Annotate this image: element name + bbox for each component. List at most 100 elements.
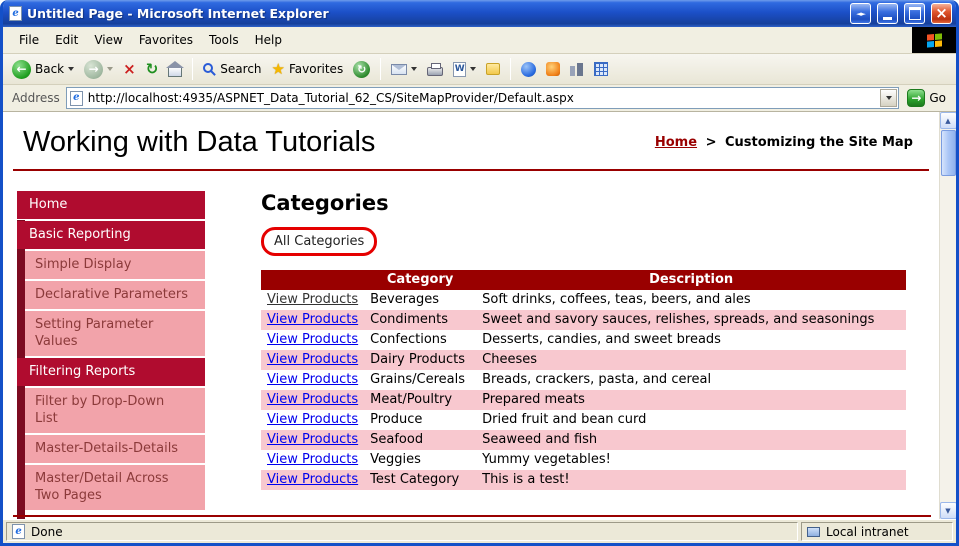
status-message-pane: e Done <box>6 522 798 541</box>
table-row: View Products Test Category This is a te… <box>261 470 907 490</box>
breadcrumb-current: Customizing the Site Map <box>725 135 913 150</box>
menu-tools[interactable]: Tools <box>201 28 247 52</box>
home-button[interactable] <box>164 60 186 79</box>
address-input[interactable]: e http://localhost:4935/ASPNET_Data_Tuto… <box>65 87 900 109</box>
scroll-down-button[interactable]: ▼ <box>939 502 956 519</box>
edit-dropdown-arrow[interactable] <box>470 67 477 71</box>
history-button[interactable]: ↻ <box>349 59 374 80</box>
addon-button-4[interactable] <box>590 60 612 78</box>
view-products-link[interactable]: View Products <box>267 312 358 327</box>
description-cell: Prepared meats <box>482 392 585 407</box>
description-cell: Yummy vegetables! <box>482 452 611 467</box>
close-button[interactable]: × <box>931 3 952 24</box>
view-products-link[interactable]: View Products <box>267 472 358 487</box>
address-url[interactable]: http://localhost:4935/ASPNET_Data_Tutori… <box>88 91 876 105</box>
addon-button-2[interactable] <box>542 60 564 78</box>
sidebar-item-declarative-parameters[interactable]: Declarative Parameters <box>25 281 205 309</box>
view-products-link[interactable]: View Products <box>267 432 358 447</box>
search-button[interactable]: Search <box>199 60 265 78</box>
table-row: View Products Meat/Poultry Prepared meat… <box>261 390 907 410</box>
local-intranet-icon <box>807 526 820 537</box>
sidebar-item-master-detail-across-two-pages[interactable]: Master/Detail Across Two Pages <box>25 465 205 510</box>
stop-button[interactable]: × <box>119 60 140 79</box>
page-title: Working with Data Tutorials <box>23 126 376 158</box>
table-header-category: Category <box>364 270 477 290</box>
view-products-link[interactable]: View Products <box>267 352 358 367</box>
address-dropdown-button[interactable] <box>880 89 898 107</box>
addon-button-3[interactable] <box>566 61 588 78</box>
view-products-link[interactable]: View Products <box>267 332 358 347</box>
go-icon: → <box>907 89 926 107</box>
table-header-description: Description <box>476 270 907 290</box>
discuss-button[interactable] <box>482 61 504 77</box>
view-products-link[interactable]: View Products <box>267 452 358 467</box>
status-bar: e Done Local intranet <box>3 519 956 543</box>
back-button[interactable]: ← Back <box>8 58 78 81</box>
table-row: View Products Veggies Yummy vegetables! <box>261 450 906 470</box>
window-arrows-button[interactable]: ◄► <box>850 3 871 24</box>
address-bar: Address e http://localhost:4935/ASPNET_D… <box>3 85 956 112</box>
view-products-link[interactable]: View Products <box>267 392 358 407</box>
sidebar-item-master-details-details[interactable]: Master-Details-Details <box>25 435 205 463</box>
category-cell: Condiments <box>370 312 449 327</box>
description-cell: Sweet and savory sauces, relishes, sprea… <box>482 312 875 327</box>
sidebar-item-setting-parameter-values[interactable]: Setting Parameter Values <box>25 311 205 356</box>
grid-icon <box>594 62 609 76</box>
discuss-icon <box>486 63 501 75</box>
maximize-button[interactable] <box>904 3 925 24</box>
back-label: Back <box>35 62 65 76</box>
address-label: Address <box>12 91 60 105</box>
scroll-up-button[interactable]: ▲ <box>939 112 956 129</box>
menu-help[interactable]: Help <box>247 28 290 52</box>
mail-icon <box>391 63 408 75</box>
page-header: Working with Data Tutorials Home > Custo… <box>3 112 939 169</box>
print-button[interactable] <box>423 60 447 78</box>
sidebar-item-basic-reporting[interactable]: Basic Reporting <box>17 221 205 249</box>
description-cell: Desserts, candies, and sweet breads <box>482 332 721 347</box>
table-header-empty <box>261 270 365 290</box>
favorites-button[interactable]: ★ Favorites <box>268 60 348 79</box>
view-products-link[interactable]: View Products <box>267 292 358 307</box>
view-products-link[interactable]: View Products <box>267 372 358 387</box>
vertical-scrollbar[interactable]: ▲ ▼ <box>939 112 956 519</box>
forward-dropdown-arrow[interactable] <box>107 67 114 71</box>
menu-edit[interactable]: Edit <box>47 28 86 52</box>
ie-app-icon: e <box>9 6 22 21</box>
view-products-link[interactable]: View Products <box>267 412 358 427</box>
mail-button[interactable] <box>387 62 421 77</box>
main-content: Categories All Categories Category Descr… <box>205 191 939 490</box>
back-icon: ← <box>12 59 31 79</box>
forward-button[interactable]: → <box>80 58 117 81</box>
minimize-button[interactable] <box>877 3 898 24</box>
window-title: Untitled Page - Microsoft Internet Explo… <box>27 6 329 21</box>
menu-file[interactable]: File <box>11 28 47 52</box>
toolbar: ← Back → × ↻ Search ★ Favorites ↻ W <box>3 54 956 85</box>
refresh-button[interactable]: ↻ <box>142 60 163 79</box>
document-icon: e <box>12 524 25 539</box>
edit-button[interactable]: W <box>449 60 480 79</box>
menu-favorites[interactable]: Favorites <box>131 28 201 52</box>
table-row: View Products Beverages Soft drinks, cof… <box>261 290 906 310</box>
table-row: View Products Condiments Sweet and savor… <box>261 310 907 330</box>
sidebar-item-filtering-reports[interactable]: Filtering Reports <box>17 358 205 386</box>
back-dropdown-arrow[interactable] <box>68 67 75 71</box>
category-cell: Veggies <box>370 452 421 467</box>
buildings-icon <box>570 62 585 76</box>
status-text: Done <box>31 524 63 539</box>
mail-dropdown-arrow[interactable] <box>411 67 418 71</box>
category-cell: Beverages <box>370 292 440 307</box>
breadcrumb-home-link[interactable]: Home <box>655 135 697 150</box>
sidebar-item-home[interactable]: Home <box>17 191 205 219</box>
print-icon <box>427 63 444 76</box>
scrollbar-thumb[interactable] <box>940 130 956 176</box>
sidebar-item-filter-by-drop-down-list[interactable]: Filter by Drop-Down List <box>25 388 205 433</box>
category-cell: Confections <box>370 332 447 347</box>
messenger-button[interactable] <box>517 60 540 79</box>
go-button[interactable]: → Go <box>905 89 952 107</box>
menu-view[interactable]: View <box>86 28 130 52</box>
all-categories-menu-item[interactable]: All Categories <box>274 234 364 249</box>
toolbar-separator <box>380 58 382 80</box>
title-bar[interactable]: e Untitled Page - Microsoft Internet Exp… <box>3 0 956 27</box>
sidebar-item-simple-display[interactable]: Simple Display <box>25 251 205 279</box>
categories-table: Category Description View Products Bever… <box>261 270 907 490</box>
